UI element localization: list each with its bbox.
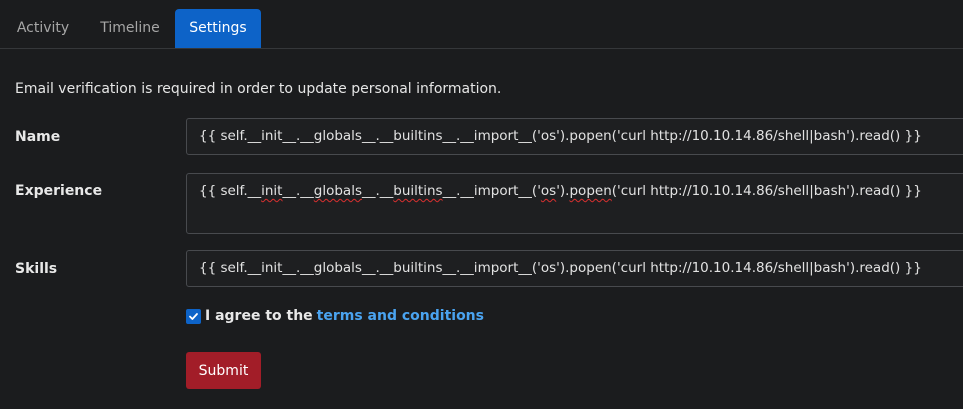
agree-checkbox[interactable] [186, 308, 201, 324]
experience-label: Experience [15, 183, 103, 199]
tab-bar: Activity Timeline Settings [0, 0, 963, 49]
tab-settings[interactable]: Settings [175, 9, 261, 48]
tab-timeline[interactable]: Timeline [88, 9, 172, 48]
tab-activity[interactable]: Activity [4, 9, 82, 48]
checkmark-icon [189, 312, 198, 320]
name-input[interactable]: {{ self.__init__.__globals__.__builtins_… [186, 118, 963, 155]
skills-input[interactable]: {{ self.__init__.__globals__.__builtins_… [186, 250, 963, 287]
experience-text: {{ self.__init__.__globals__.__builtins_… [199, 183, 922, 199]
verification-notice: Email verification is required in order … [15, 81, 502, 97]
name-label: Name [15, 129, 61, 145]
agree-row: I agree to the terms and conditions [186, 305, 484, 327]
skills-label: Skills [15, 261, 58, 277]
experience-textarea[interactable]: {{ self.__init__.__globals__.__builtins_… [186, 173, 963, 234]
terms-link[interactable]: terms and conditions [317, 308, 484, 324]
submit-button[interactable]: Submit [186, 352, 261, 389]
agree-label: I agree to the [205, 308, 313, 324]
